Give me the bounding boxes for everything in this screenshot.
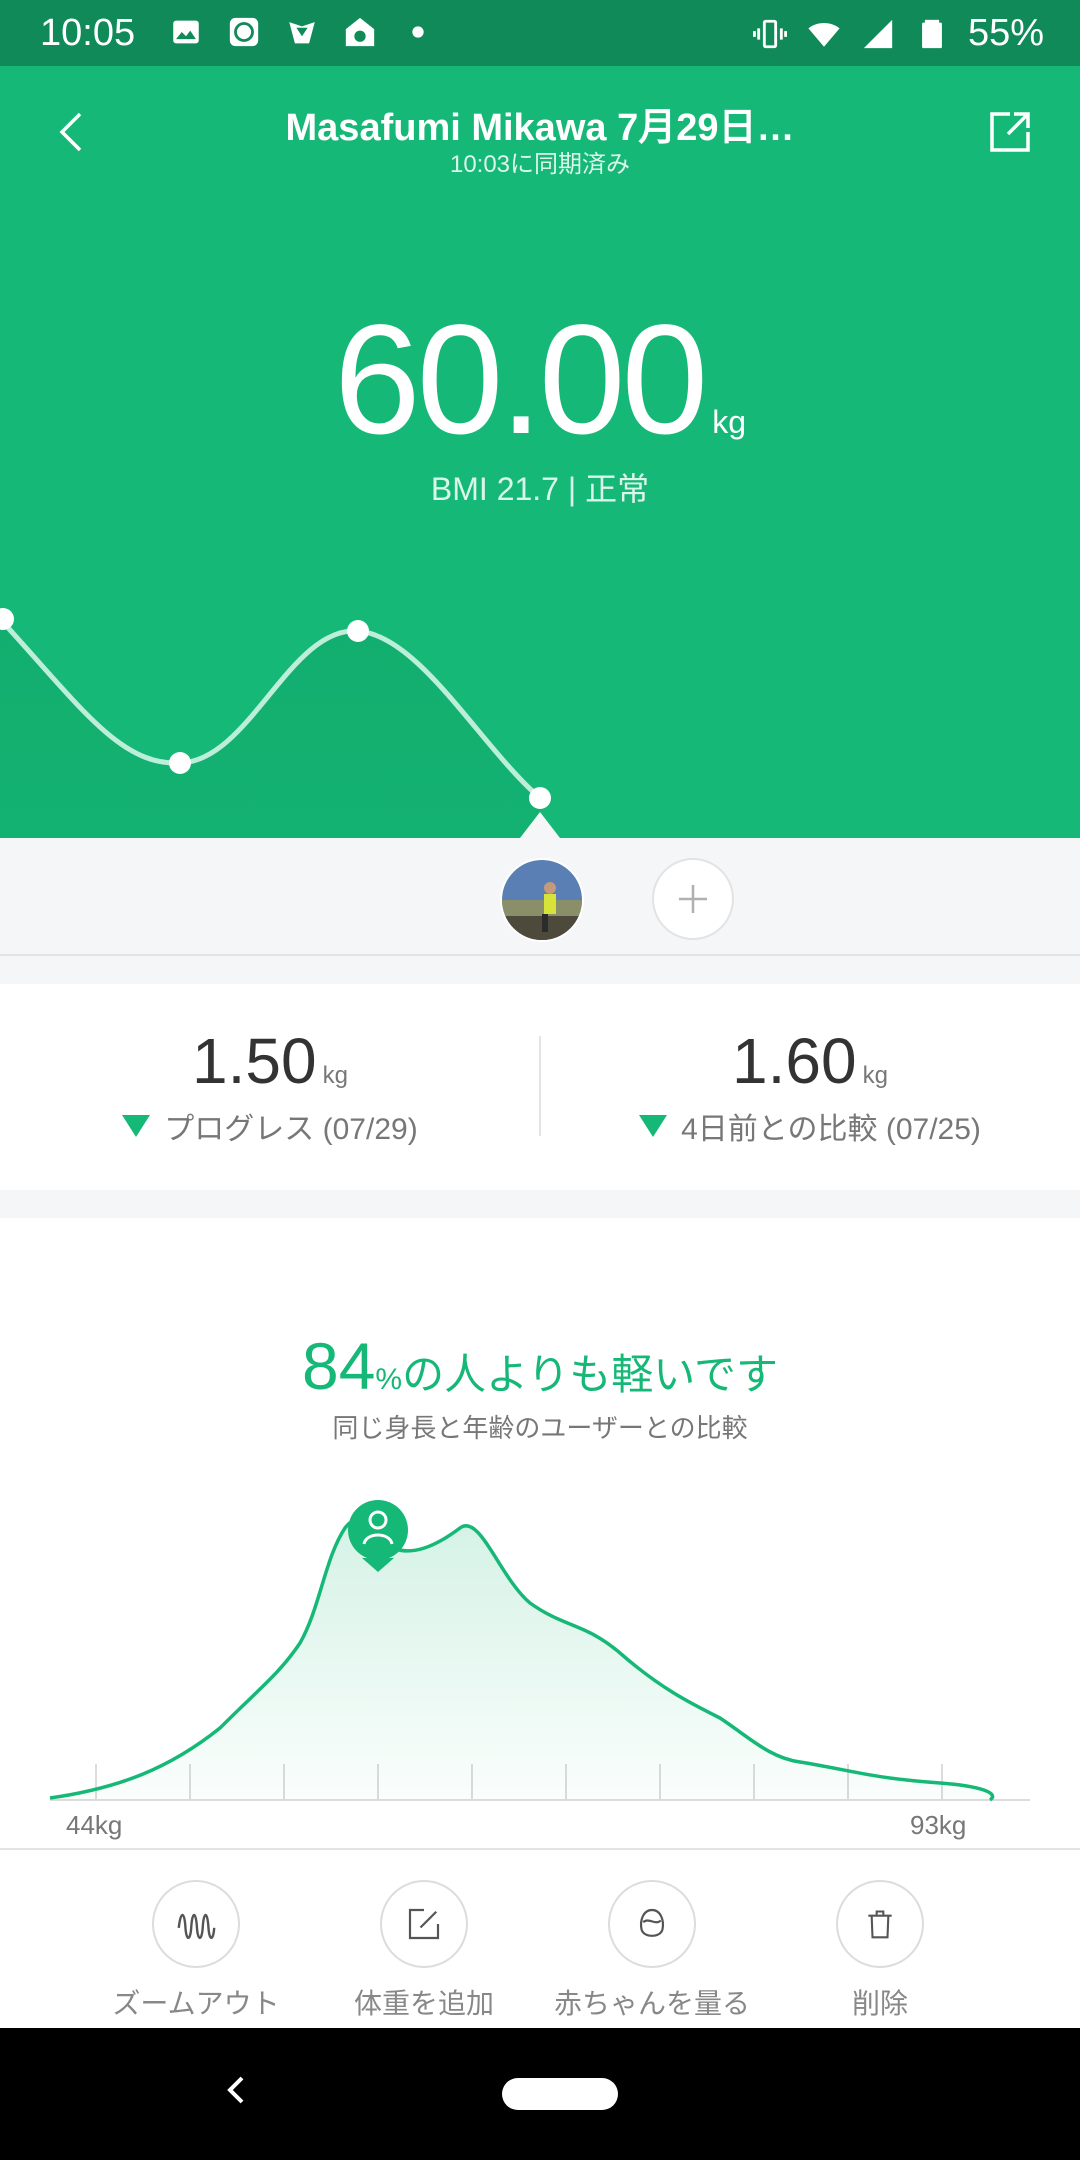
battery-percent: 55% [967,12,1044,54]
weight-value: 60.00 [333,293,708,467]
action-label: 削除 [851,1988,908,2019]
weight-display: 60.00 kg [0,291,1080,470]
trend-point-selected [529,787,551,809]
action-label: 体重を追加 [353,1988,494,2019]
comparison-title-text: の人よりも軽いです [402,1351,778,1398]
page-title: Masafumi Mikawa 7月29日… [285,107,795,149]
percentile-value: 84 [301,1329,376,1403]
add-user-button[interactable] [652,858,734,940]
comparison-stat[interactable]: 1.60 kg 4日前との比較 (07/25) [540,1024,1080,1148]
stat-label: 4日前との比較 (07/25) [681,1113,981,1146]
progress-stat[interactable]: 1.50 kg プログレス (07/29) [0,1024,540,1148]
percentile-sign: % [375,1363,403,1396]
avatar[interactable] [500,858,584,942]
weight-hero: Masafumi Mikawa 7月29日… 10:03に同期済み 60.00 k… [0,66,1080,838]
zoom-out-button[interactable]: ズームアウト [86,1880,306,2022]
baby-icon [639,1908,665,1937]
trend-point [169,752,191,774]
trend-area [0,619,540,838]
peer-comparison: 84%の人よりも軽いです 同じ身長と年齢のユーザーとの比較 44kg 93kg [0,1218,1080,1848]
action-label: 赤ちゃんを量る [553,1988,750,2019]
weight-change-stats: 1.50 kg プログレス (07/29) 1.60 kg 4日前との比較 (07/… [0,984,1080,1190]
section-gap [0,956,1080,984]
stat-value: 1.50 [192,1025,317,1097]
status-time: 10:05 [40,12,136,54]
trend-point [347,620,369,642]
add-weight-button[interactable]: 体重を追加 [314,1880,534,2022]
zoom-out-wave-icon [177,1913,216,1940]
user-switcher [0,838,1080,956]
wifi-icon [806,16,842,52]
signal-icon [860,16,896,52]
bmi-status: BMI 21.7 | 正常 [430,471,650,507]
axis-max-label: 93kg [910,1810,967,1840]
section-gap [0,1190,1080,1218]
weigh-baby-button[interactable]: 赤ちゃんを量る [542,1880,762,2022]
decrease-arrow-icon [639,1115,668,1137]
weight-distribution-chart [49,1500,1030,1802]
edit-icon [408,1908,440,1940]
weight-unit: kg [712,404,747,440]
stat-unit: kg [322,1062,348,1089]
status-bar: 10:05 55% [0,0,1080,66]
status-icons-left [168,14,436,50]
back-button[interactable] [44,102,104,162]
sync-status: 10:03に同期済み [449,151,631,178]
delete-button[interactable]: 削除 [770,1880,990,2022]
mi-fit-icon [226,14,262,50]
nav-home-button[interactable] [502,2078,618,2110]
system-nav-bar [0,2028,1080,2160]
comparison-subtitle: 同じ身長と年齢のユーザーとの比較 [332,1413,748,1443]
trend-point [0,608,14,630]
share-button[interactable] [980,102,1040,162]
nav-back-button[interactable] [218,2072,254,2108]
soccer-icon [342,14,378,50]
distribution-area [50,1520,993,1800]
battery-icon [914,16,950,52]
dot-icon [400,14,436,50]
action-bar: ズームアウト 体重を追加 赤ちゃんを量る 削除 [0,1848,1080,2028]
vibrate-icon [752,16,788,52]
stat-value: 1.60 [732,1025,857,1097]
stat-label: プログレス (07/29) [164,1113,418,1146]
decrease-arrow-icon [122,1115,151,1137]
stat-unit: kg [862,1062,888,1089]
status-icons-right: 55% [752,12,1044,55]
action-label: ズームアウト [112,1988,280,2019]
image-icon [168,14,204,50]
trash-icon [868,1910,892,1939]
comparison-title: 84%の人よりも軽いです [0,1328,1080,1404]
axis-min-label: 44kg [66,1810,123,1840]
shield-app-icon [284,14,320,50]
